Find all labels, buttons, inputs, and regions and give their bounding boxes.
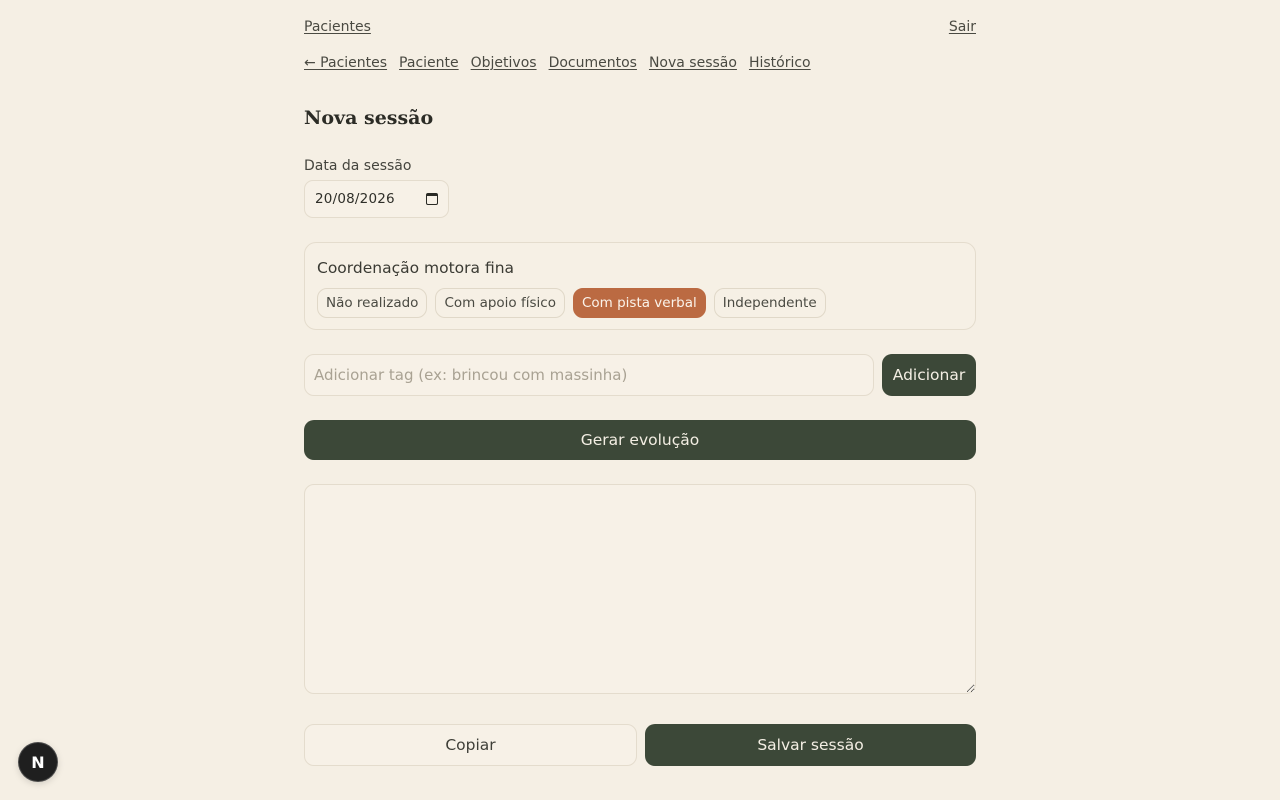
top-bar: Pacientes Sair [304, 17, 976, 37]
tag-input[interactable] [304, 354, 874, 396]
goal-options: Não realizado Com apoio físico Com pista… [317, 288, 826, 318]
session-date-label: Data da sessão [304, 158, 412, 174]
patients-link[interactable]: Pacientes [304, 17, 371, 37]
page-title: Nova sessão [304, 107, 434, 129]
calendar-icon[interactable] [426, 193, 438, 205]
logout-link[interactable]: Sair [949, 17, 976, 37]
goal-title: Coordenação motora fina [317, 259, 515, 277]
option-physical-support[interactable]: Com apoio físico [435, 288, 565, 318]
subnav-new-session[interactable]: Nova sessão [649, 53, 737, 73]
add-tag-button[interactable]: Adicionar [882, 354, 976, 396]
session-date-input[interactable]: 20/08/2026 [304, 180, 449, 218]
option-verbal-cue[interactable]: Com pista verbal [572, 288, 706, 318]
subnav-history[interactable]: Histórico [749, 53, 811, 73]
save-session-button[interactable]: Salvar sessão [645, 724, 976, 766]
dev-badge-letter: N [31, 752, 45, 772]
subnav-patient[interactable]: Paciente [399, 53, 459, 73]
option-not-done[interactable]: Não realizado [317, 288, 428, 318]
dev-tools-badge[interactable]: N [19, 743, 57, 781]
subnav-goals[interactable]: Objetivos [471, 53, 537, 73]
option-independent[interactable]: Independente [713, 288, 826, 318]
evolution-textarea[interactable] [304, 484, 976, 694]
goal-card: Coordenação motora fina Não realizado Co… [304, 242, 976, 330]
copy-button[interactable]: Copiar [304, 724, 637, 766]
generate-evolution-button[interactable]: Gerar evolução [304, 420, 976, 460]
subnav-documents[interactable]: Documentos [549, 53, 637, 73]
session-date-value: 20/08/2026 [315, 191, 395, 207]
subnav-back-patients[interactable]: ← Pacientes [304, 53, 387, 73]
patient-subnav: ← Pacientes Paciente Objetivos Documento… [304, 53, 811, 73]
